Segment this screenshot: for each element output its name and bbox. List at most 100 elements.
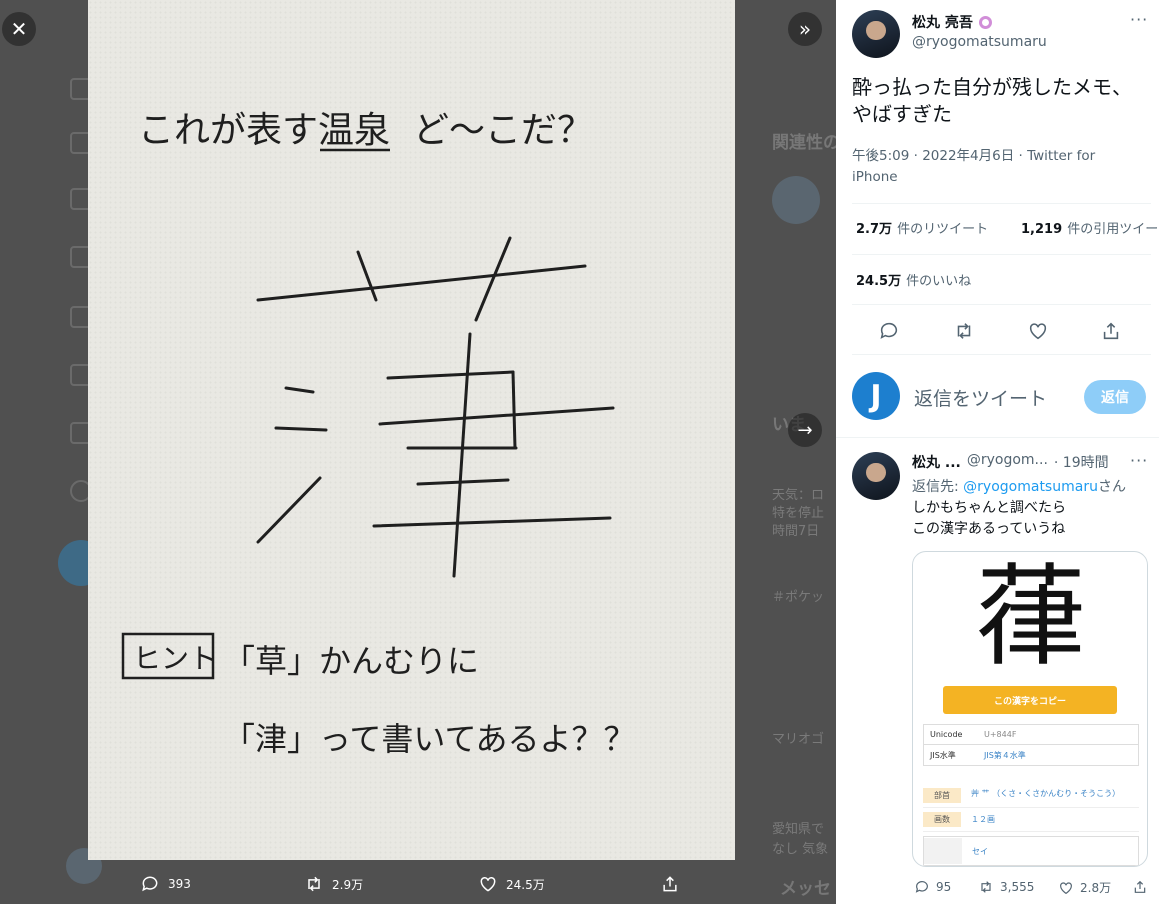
card-detail-value: セイ [972, 846, 988, 856]
divider [836, 437, 1159, 438]
media-action-bar: 393 2.9万 24.5万 [88, 866, 735, 904]
handwritten-kanji [256, 236, 615, 578]
share-button[interactable] [1100, 320, 1122, 342]
card-detail-value: １２画 [971, 815, 995, 824]
bg-line: ＃ポケッ [772, 590, 825, 605]
reply-text: しかもちゃんと調べたらこの漢字あるっていうね [912, 500, 1066, 537]
my-avatar-letter: J [870, 378, 882, 414]
reply-author-avatar[interactable] [852, 452, 900, 500]
likes-count: 24.5万 [856, 274, 902, 289]
card-detail-label: 部首 [923, 788, 961, 803]
replying-to-handle[interactable]: @ryogomatsumaru [963, 479, 1098, 495]
retweet-icon [308, 876, 320, 892]
author-display-name[interactable]: 松丸 亮吾 [912, 12, 973, 32]
divider [852, 304, 1151, 305]
chevron-double-right-icon: » [798, 17, 812, 41]
handwritten-note: これが表す 温泉 ど〜こだ？ ヒント 「草」かんむりに 「津」って書いてあるよ？… [121, 110, 635, 758]
retweets-label: 件のリツイート [897, 222, 989, 237]
bg-related-heading: 関連性の [772, 133, 836, 153]
reply-icon [880, 322, 898, 339]
card-kanji: 葎 [976, 553, 1086, 681]
card-table-row: Unicode U+844F [924, 725, 1138, 745]
heart-icon [1060, 881, 1072, 894]
reply-author-handle[interactable]: @ryogom... [967, 452, 1048, 472]
bg-line: 特を停止 [772, 506, 825, 521]
share-icon [1103, 322, 1119, 340]
replying-to: 返信先: @ryogomatsumaruさん [912, 476, 1126, 496]
collapse-panel-button[interactable]: » [788, 12, 822, 46]
retweets-stat[interactable]: 2.7万 件のリツイート [856, 218, 988, 237]
retweet-icon [981, 881, 991, 893]
more-options-icon[interactable]: ··· [1130, 10, 1148, 29]
reply-more-options-icon[interactable]: ··· [1130, 451, 1148, 470]
hint-line-2: 「津」って書いてあるよ？？ [223, 720, 635, 758]
media-retweet-count: 2.9万 [332, 877, 364, 892]
likes-stat[interactable]: 24.5万 件のいいね [856, 270, 971, 289]
bg-line: 時間7日 [772, 524, 820, 539]
media-retweet-button[interactable]: 2.9万 [304, 874, 363, 894]
author-avatar[interactable] [852, 10, 900, 58]
card-table-value: JIS第４水準 [984, 750, 1026, 760]
media-share-button[interactable] [660, 874, 680, 894]
reply-icon [142, 876, 158, 892]
quotes-stat[interactable]: 1,219 件の引用ツイート [1021, 218, 1159, 237]
card-detail-label [924, 838, 962, 864]
reply-image-card[interactable]: 葎 この漢字をコピー Unicode U+844F JIS水準 JIS第４水準 … [912, 551, 1148, 867]
bg-messages-drawer: メッセ [780, 879, 831, 899]
arrow-right-icon: → [797, 419, 813, 441]
media-photo[interactable]: これが表す 温泉 ど〜こだ？ ヒント 「草」かんむりに 「津」って書いてあるよ？… [88, 0, 735, 860]
card-detail-row: 部首 艸 艹 （くさ・くさかんむり・そうこう） [923, 784, 1139, 808]
reply-retweet-button[interactable]: 3,555 [978, 879, 1034, 895]
media-like-count: 24.5万 [506, 877, 545, 892]
media-like-button[interactable]: 24.5万 [478, 874, 545, 894]
card-detail-label: 画数 [923, 812, 961, 827]
reply-submit-button[interactable]: 返信 [1084, 380, 1146, 414]
bg-line: 愛知県で [772, 822, 825, 837]
like-button[interactable] [1027, 320, 1049, 342]
author-handle[interactable]: @ryogomatsumaru [912, 34, 1047, 50]
heart-icon [1029, 323, 1047, 340]
card-table-label: JIS水準 [930, 750, 956, 760]
reply-reply-button[interactable]: 95 [914, 879, 951, 895]
close-icon: ✕ [10, 17, 28, 41]
question-text-c: ど〜こだ？ [413, 110, 593, 151]
bg-line: なし 気象 [772, 842, 829, 857]
verified-badge-icon [978, 15, 992, 29]
tweet-text: 酔っ払った自分が残したメモ、やばすぎた [852, 75, 1132, 126]
retweet-button[interactable] [953, 320, 975, 342]
media-reply-button[interactable]: 393 [140, 874, 191, 894]
hint-line-1: 「草」かんむりに [223, 642, 479, 680]
divider [852, 203, 1151, 204]
quotes-label: 件の引用ツイート [1067, 222, 1159, 237]
next-image-button[interactable]: → [788, 413, 822, 447]
replying-to-suffix: さん [1097, 479, 1126, 495]
hint-label: ヒント [133, 642, 217, 675]
close-button[interactable]: ✕ [2, 12, 36, 46]
card-detail-row: 画数 １２画 [923, 808, 1139, 832]
card-table-label: Unicode [930, 730, 963, 739]
tweet-timestamp[interactable]: 午後5:09 · 2022年4月6日 · Twitter for iPhone [852, 146, 1112, 188]
replying-to-prefix: 返信先: [912, 479, 964, 495]
my-avatar[interactable]: J [852, 372, 900, 420]
card-table-row: JIS水準 JIS第４水準 [924, 745, 1138, 765]
reply-author-name[interactable]: 松丸 ... [912, 452, 961, 472]
share-icon [1134, 880, 1146, 893]
bg-line: 天気：ロ [772, 488, 825, 503]
retweet-icon [957, 323, 971, 339]
share-icon [663, 876, 677, 892]
reply-input[interactable]: 返信をツイート [914, 384, 1047, 411]
card-info-table: Unicode U+844F JIS水準 JIS第４水準 [923, 724, 1139, 766]
heart-icon [480, 876, 496, 892]
card-table-value: U+844F [984, 730, 1017, 739]
reply-like-button[interactable]: 2.8万 [1058, 879, 1111, 896]
reply-time[interactable]: · 19時間 [1054, 452, 1109, 472]
reply-like-count: 2.8万 [1080, 881, 1112, 895]
question-text-a: これが表す [138, 110, 318, 151]
bg-related-avatar [772, 176, 820, 224]
reply-button[interactable] [878, 320, 900, 342]
bg-line: マリオゴ [772, 732, 825, 747]
reply-share-button[interactable] [1132, 879, 1148, 895]
divider [852, 254, 1151, 255]
retweets-count: 2.7万 [856, 222, 893, 237]
likes-label: 件のいいね [906, 274, 972, 289]
